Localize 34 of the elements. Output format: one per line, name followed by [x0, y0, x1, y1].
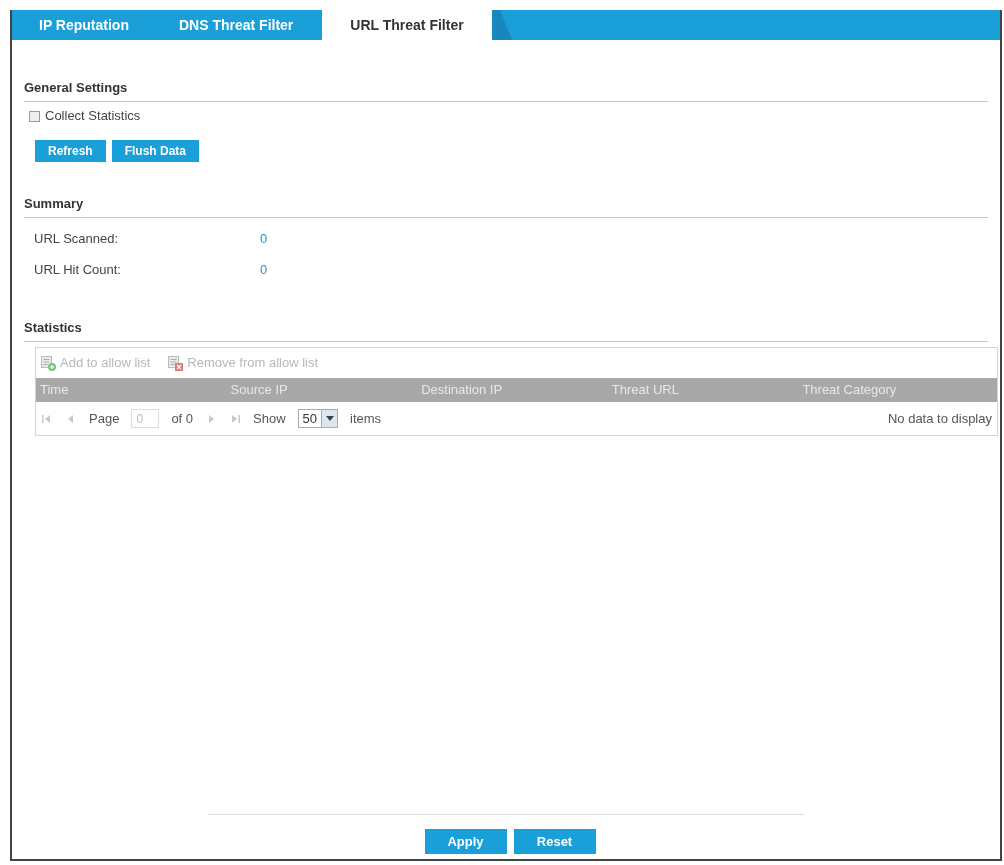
- form-button[interactable]: Reset: [513, 829, 596, 854]
- last-page-icon[interactable]: [229, 412, 242, 425]
- items-label: items: [350, 409, 382, 428]
- section-title: Statistics: [24, 320, 82, 335]
- page-input[interactable]: 0: [131, 409, 160, 428]
- column-header[interactable]: Destination IP: [421, 380, 612, 400]
- checkbox[interactable]: [29, 110, 40, 122]
- page-label: Page: [89, 409, 120, 428]
- field-value: 0: [260, 262, 268, 278]
- list-plus-icon: [41, 355, 56, 371]
- caret-down-icon: [325, 416, 334, 421]
- tab[interactable]: IP Reputation: [14, 10, 154, 40]
- section-title: General Settings: [24, 80, 128, 95]
- form-button[interactable]: Apply: [424, 829, 507, 854]
- tab[interactable]: URL Threat Filter: [322, 10, 492, 40]
- first-page-icon[interactable]: [41, 412, 53, 425]
- action-button[interactable]: Flush Data: [111, 140, 200, 162]
- tab-edge-shadow: [491, 10, 512, 40]
- field-label: URL Hit Count:: [34, 262, 122, 278]
- field-value: 0: [260, 231, 268, 247]
- page-count: of 0: [171, 409, 194, 428]
- section-title: Summary: [24, 196, 84, 211]
- show-label: Show: [253, 409, 286, 428]
- column-header[interactable]: Threat URL: [611, 380, 803, 400]
- tab[interactable]: DNS Threat Filter: [153, 10, 319, 40]
- page-size-select[interactable]: 50: [297, 409, 339, 428]
- column-header[interactable]: Threat Category: [802, 380, 993, 400]
- action-button[interactable]: Refresh: [35, 140, 106, 162]
- empty-message: No data to display: [887, 409, 992, 428]
- column-header[interactable]: Time: [40, 380, 231, 400]
- list-cross-icon: [168, 355, 184, 371]
- field-label: URL Scanned:: [34, 231, 120, 247]
- checkbox-label: Collect Statistics: [45, 108, 141, 124]
- column-header[interactable]: Source IP: [230, 380, 422, 400]
